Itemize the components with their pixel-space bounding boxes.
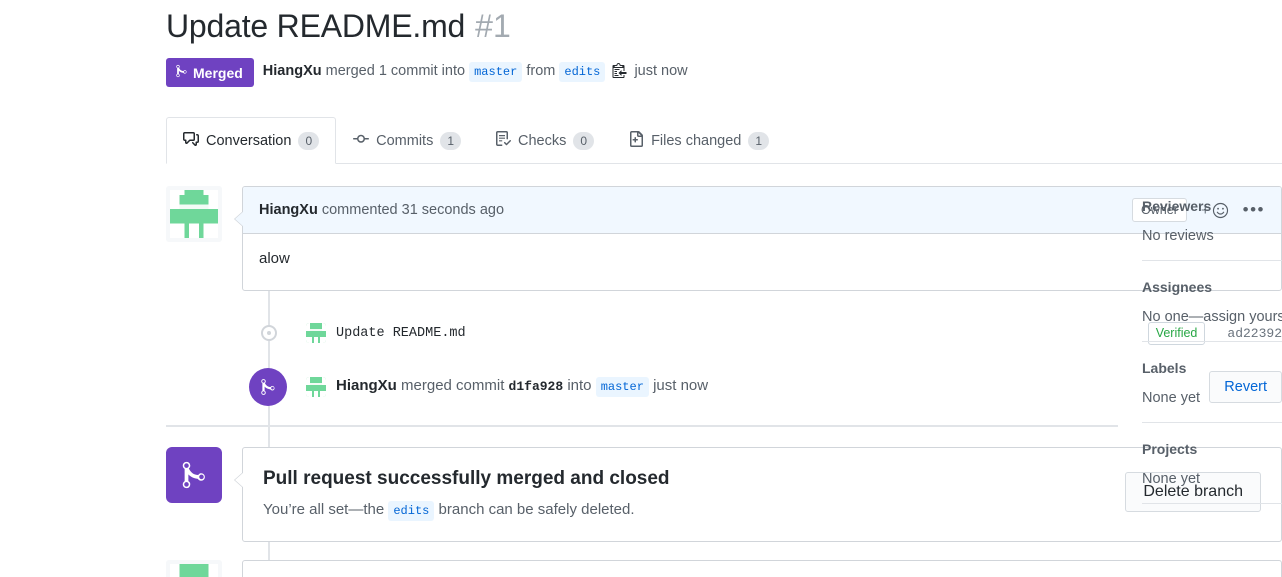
sidebar-title[interactable]: Projects bbox=[1142, 439, 1282, 459]
tab-files-changed[interactable]: Files changed 1 bbox=[611, 117, 786, 164]
tab-list: Conversation 0 Commits 1 Checks 0 Files … bbox=[166, 116, 1282, 164]
pull-request-page: Update README.md #1 Merged HiangXu merge… bbox=[0, 0, 1282, 577]
pr-author-link[interactable]: HiangXu bbox=[263, 63, 322, 79]
commit-message[interactable]: Update README.md bbox=[336, 326, 466, 341]
comment-discussion-icon bbox=[183, 131, 199, 151]
pr-header: Update README.md #1 Merged HiangXu merge… bbox=[166, 0, 1282, 87]
head-branch-tag[interactable]: edits bbox=[559, 62, 606, 82]
from-label: from bbox=[526, 63, 556, 79]
tab-conversation[interactable]: Conversation 0 bbox=[166, 117, 337, 164]
pr-meta-text: HiangXu merged 1 commit into master from… bbox=[263, 61, 688, 84]
comment-body: alow bbox=[259, 250, 290, 267]
comment-header: HiangXu commented 31 seconds ago Owner + bbox=[243, 187, 1281, 234]
pr-timestamp: just now bbox=[634, 63, 688, 79]
git-merge-icon bbox=[182, 461, 205, 489]
merge-description: HiangXu merged commit d1fa928 into maste… bbox=[336, 377, 708, 397]
user-avatar-identicon bbox=[306, 323, 326, 343]
sidebar-section-labels: Labels None yet bbox=[1142, 358, 1282, 423]
merge-text-into: into bbox=[567, 377, 592, 394]
tab-label: Commits bbox=[376, 133, 434, 149]
tab-label: Checks bbox=[518, 133, 567, 149]
copy-icon[interactable] bbox=[612, 62, 627, 84]
checklist-icon bbox=[495, 131, 511, 151]
sidebar-section-reviewers: Reviewers No reviews bbox=[1142, 196, 1282, 261]
avatar[interactable] bbox=[166, 560, 222, 577]
sidebar-value: None yet bbox=[1142, 390, 1201, 406]
title-row: Update README.md #1 bbox=[166, 0, 1282, 46]
new-comment-block bbox=[166, 560, 1282, 577]
merged-panel-icon bbox=[166, 447, 222, 503]
comment-block: HiangXu commented 31 seconds ago Owner + bbox=[166, 186, 1282, 291]
merged-subtitle-before: You’re all set—the bbox=[263, 501, 385, 518]
avatar[interactable] bbox=[166, 186, 222, 242]
merge-target-branch[interactable]: master bbox=[595, 377, 649, 397]
merge-timestamp: just now bbox=[653, 377, 709, 394]
comment-author[interactable]: HiangXu bbox=[259, 202, 318, 218]
user-avatar-identicon bbox=[170, 564, 218, 577]
sidebar-title[interactable]: Labels bbox=[1142, 358, 1282, 378]
merged-commit-text: merged 1 commit into bbox=[325, 63, 466, 79]
merged-subtitle-after: branch can be safely deleted. bbox=[438, 501, 635, 518]
sidebar-value: None yet bbox=[1142, 471, 1201, 487]
status-badge: Merged bbox=[166, 58, 254, 87]
sidebar-value: No reviews bbox=[1142, 228, 1214, 244]
comment-action: commented 31 seconds ago bbox=[321, 202, 505, 218]
merge-author[interactable]: HiangXu bbox=[336, 377, 397, 394]
sidebar-title[interactable]: Reviewers bbox=[1142, 196, 1282, 216]
merged-panel-text: Pull request successfully merged and clo… bbox=[263, 466, 670, 521]
sidebar-section-assignees: Assignees No one—assign yourself bbox=[1142, 277, 1282, 342]
user-avatar-identicon bbox=[170, 190, 218, 238]
git-merge-icon bbox=[261, 379, 275, 395]
timeline-separator bbox=[166, 425, 1118, 427]
pr-timeline: HiangXu commented 31 seconds ago Owner + bbox=[166, 186, 1282, 577]
merge-row: HiangXu merged commit d1fa928 into maste… bbox=[166, 367, 1282, 407]
page-title: Update README.md bbox=[166, 8, 466, 44]
merged-panel: Pull request successfully merged and clo… bbox=[234, 447, 1282, 542]
tab-count: 0 bbox=[573, 132, 595, 150]
merged-panel-block: Pull request successfully merged and clo… bbox=[166, 447, 1282, 542]
new-comment-card[interactable] bbox=[242, 560, 1282, 577]
git-commit-icon bbox=[353, 131, 370, 151]
tab-label: Conversation bbox=[206, 132, 292, 149]
file-diff-icon bbox=[628, 131, 644, 151]
merge-row-inner: HiangXu merged commit d1fa928 into maste… bbox=[306, 371, 1282, 403]
git-merge-badge bbox=[249, 368, 287, 406]
tab-checks[interactable]: Checks 0 bbox=[478, 117, 611, 164]
commit-row-inner: Update README.md Verified ad22392 bbox=[306, 321, 1282, 345]
tab-count: 0 bbox=[298, 131, 320, 150]
timeline-dot-icon bbox=[261, 325, 277, 341]
tab-count: 1 bbox=[440, 132, 462, 150]
tab-commits[interactable]: Commits 1 bbox=[336, 117, 478, 164]
base-branch-tag[interactable]: master bbox=[469, 62, 523, 82]
merge-text-before: merged commit bbox=[401, 377, 505, 394]
pr-number: #1 bbox=[475, 8, 511, 44]
git-merge-icon bbox=[175, 64, 188, 81]
status-badge-label: Merged bbox=[193, 64, 243, 81]
sidebar-section-projects: Projects None yet bbox=[1142, 439, 1282, 504]
commit-row: Update README.md Verified ad22392 bbox=[166, 313, 1282, 353]
pr-tabnav: Conversation 0 Commits 1 Checks 0 Files … bbox=[166, 116, 1282, 164]
tab-label: Files changed bbox=[651, 133, 742, 149]
sidebar-title[interactable]: Assignees bbox=[1142, 277, 1282, 297]
pr-sidebar: Reviewers No reviews Assignees No one—as… bbox=[1142, 196, 1282, 520]
sidebar-value[interactable]: No one—assign yourself bbox=[1142, 307, 1282, 327]
tab-count: 1 bbox=[748, 132, 770, 150]
merged-commit-sha[interactable]: d1fa928 bbox=[509, 379, 564, 394]
pr-meta-row: Merged HiangXu merged 1 commit into mast… bbox=[166, 58, 1282, 87]
comment-card: HiangXu commented 31 seconds ago Owner + bbox=[234, 186, 1282, 291]
user-avatar-identicon bbox=[306, 377, 326, 397]
merged-subtitle: You’re all set—the edits branch can be s… bbox=[263, 499, 670, 521]
merged-title: Pull request successfully merged and clo… bbox=[263, 468, 670, 489]
comment-author-line: HiangXu commented 31 seconds ago bbox=[259, 202, 504, 218]
deletable-branch-tag[interactable]: edits bbox=[388, 501, 435, 521]
